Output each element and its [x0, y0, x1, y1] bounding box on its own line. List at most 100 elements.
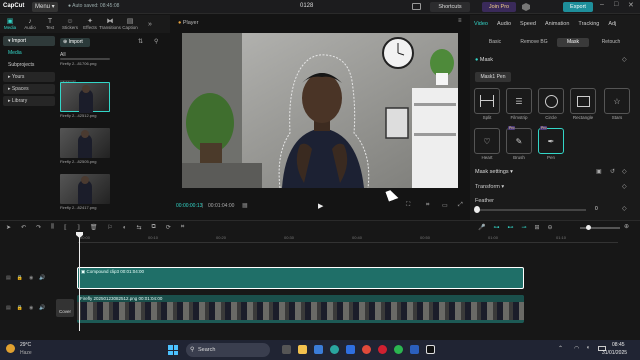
mask-pen[interactable]: ✒ Pro Pen [538, 126, 564, 160]
zoom-out-icon[interactable]: ⊖ [548, 224, 553, 231]
magnet-icon[interactable]: ⊸ [521, 224, 526, 231]
task-view-icon[interactable] [282, 345, 291, 354]
timeline-view-icon[interactable]: ▦ [242, 202, 248, 209]
tab-video[interactable]: Video [474, 21, 488, 27]
subtab-remove-bg[interactable]: Remove BG [514, 38, 554, 47]
delete-icon[interactable]: 🗑 [90, 224, 98, 231]
mask-pen-chip[interactable]: Mask1 Pen [475, 72, 511, 82]
split-clip-icon[interactable]: ⫼ [51, 224, 54, 231]
start-icon[interactable] [168, 345, 178, 355]
word-icon[interactable] [410, 345, 419, 354]
tab-speed[interactable]: Speed [520, 21, 536, 27]
main-track-audio-icon[interactable]: 🔊 [39, 305, 45, 311]
feather-slider[interactable] [476, 209, 586, 211]
snap-icon[interactable]: ⊷ [507, 224, 513, 231]
filter-icon[interactable]: ⚲ [154, 38, 158, 45]
capcut-icon[interactable] [426, 345, 435, 354]
tray-chevron-icon[interactable]: ⌃ [558, 345, 563, 352]
playhead[interactable] [79, 233, 80, 331]
mark-icon[interactable]: ⚐ [107, 224, 112, 231]
select-tool-icon[interactable]: ➤ [6, 224, 11, 231]
mask-split[interactable]: Split [474, 88, 500, 120]
menu-button[interactable]: Menu ▾ [32, 2, 58, 12]
tool-captions[interactable]: ▤ Caption [120, 15, 140, 33]
tab-audio[interactable]: Audio [497, 21, 511, 27]
keyframe-icon[interactable]: ◇ [622, 168, 627, 175]
media-item[interactable]: Firefly 2...82505.png [60, 128, 110, 164]
feather-keyframe-icon[interactable]: ◇ [622, 205, 627, 212]
store-icon[interactable] [314, 345, 323, 354]
maximize-icon[interactable]: □ [614, 1, 618, 8]
media-item[interactable]: Firefly 2...42512.png [60, 82, 110, 118]
undo-icon[interactable]: ↶ [21, 224, 26, 231]
fullscreen-preview-icon[interactable]: ⛶ [406, 202, 410, 209]
tab-animation[interactable]: Animation [545, 21, 569, 27]
expand-icon[interactable]: ⤢ [458, 202, 463, 209]
tool-text[interactable]: T Text [40, 15, 60, 33]
tool-media[interactable]: ▣ Media [0, 15, 20, 33]
mail-icon[interactable] [346, 345, 355, 354]
sort-icon[interactable]: ⇅ [138, 38, 143, 45]
main-video-clip[interactable]: Firefly 20250123082512.png 00:01:04:00 [77, 295, 524, 323]
reset-settings-icon[interactable]: ↺ [610, 168, 615, 175]
track-audio-icon[interactable]: 🔊 [39, 275, 45, 281]
tool-more[interactable]: » [140, 15, 160, 33]
mask-stars[interactable]: ☆ Stars [604, 88, 630, 120]
split-right-icon[interactable]: ⟧ [77, 224, 80, 231]
compound-clip[interactable]: ▣ Compound clip3 00:01:04:00 [77, 267, 524, 289]
wifi-icon[interactable]: ◠ [574, 345, 579, 352]
redo-icon[interactable]: ↷ [36, 224, 41, 231]
track-visible-icon[interactable]: ◉ [29, 275, 33, 281]
shortcuts-button[interactable]: Shortcuts [430, 2, 470, 12]
tool-transitions[interactable]: ⧓ Transitions [99, 15, 121, 33]
subtab-basic[interactable]: Basic [478, 38, 512, 47]
ratio-icon[interactable]: ▭ [442, 202, 448, 209]
whatsapp-icon[interactable] [394, 345, 403, 354]
subtab-mask[interactable]: Mask [557, 38, 589, 47]
mic-icon[interactable]: 🎤 [478, 224, 485, 231]
import-button[interactable]: ⊕ Import [60, 38, 90, 47]
join-pro-button[interactable]: Join Pro [482, 2, 516, 12]
rotate-icon[interactable]: ⟳ [166, 224, 171, 231]
main-track-video-icon[interactable]: ▤ [6, 305, 11, 311]
track-video-icon[interactable]: ▤ [6, 275, 11, 281]
opera-icon[interactable] [378, 345, 387, 354]
hexagon-icon[interactable] [522, 3, 530, 11]
mask-filmstrip[interactable]: ☰ Filmstrip [506, 88, 532, 120]
file-explorer-icon[interactable] [298, 345, 307, 354]
monitor-icon[interactable] [412, 3, 421, 10]
zoom-slider-handle[interactable] [586, 225, 591, 230]
close-icon[interactable]: ✕ [628, 1, 634, 9]
nav-library[interactable]: ▸ Library [3, 96, 55, 106]
feather-value[interactable]: 0 [595, 206, 598, 212]
invert-icon[interactable]: ▣ [596, 168, 602, 175]
video-preview[interactable] [182, 33, 458, 188]
tab-adjust[interactable]: Adj [608, 21, 616, 27]
subtab-retouch[interactable]: Retouch [592, 38, 630, 47]
tool-stickers[interactable]: ☺ Stickers [60, 15, 80, 33]
nav-media[interactable]: Media [3, 48, 55, 58]
link-icon[interactable]: ⊶ [493, 224, 499, 231]
media-item[interactable]: Firefly 2...81706.png [60, 58, 110, 66]
tab-tracking[interactable]: Tracking [578, 21, 599, 27]
nav-spaces[interactable]: ▸ Spaces [3, 84, 55, 94]
transform-keyframe-icon[interactable]: ◇ [622, 183, 627, 190]
export-button[interactable]: Export [563, 2, 593, 12]
nav-yours[interactable]: ▸ Yours [3, 72, 55, 82]
crop-clip-icon[interactable]: ⌗ [181, 224, 184, 231]
timeline-ruler[interactable]: 00:00 00:10 00:20 00:30 00:40 00:50 01:0… [78, 235, 618, 243]
zoom-in-icon[interactable]: ⊕ [624, 223, 629, 230]
tool-effects[interactable]: ✦ Effects [80, 15, 100, 33]
mask-heart[interactable]: ♡ Heart [474, 128, 500, 160]
volume-icon[interactable]: ◖ [586, 345, 590, 351]
weather-icon[interactable] [6, 344, 15, 353]
main-track-visible-icon[interactable]: ◉ [29, 305, 33, 311]
mask-circle[interactable]: Circle [538, 88, 564, 120]
chrome-icon[interactable] [362, 345, 371, 354]
media-item[interactable]: Firefly 2...82417.png [60, 174, 110, 210]
split-left-icon[interactable]: ⟦ [64, 224, 67, 231]
play-icon[interactable]: ▶ [318, 202, 323, 210]
nav-import[interactable]: ▾ Import [3, 36, 55, 46]
cover-button[interactable]: Cover [56, 299, 74, 317]
reset-icon[interactable]: ◇ [622, 56, 627, 63]
